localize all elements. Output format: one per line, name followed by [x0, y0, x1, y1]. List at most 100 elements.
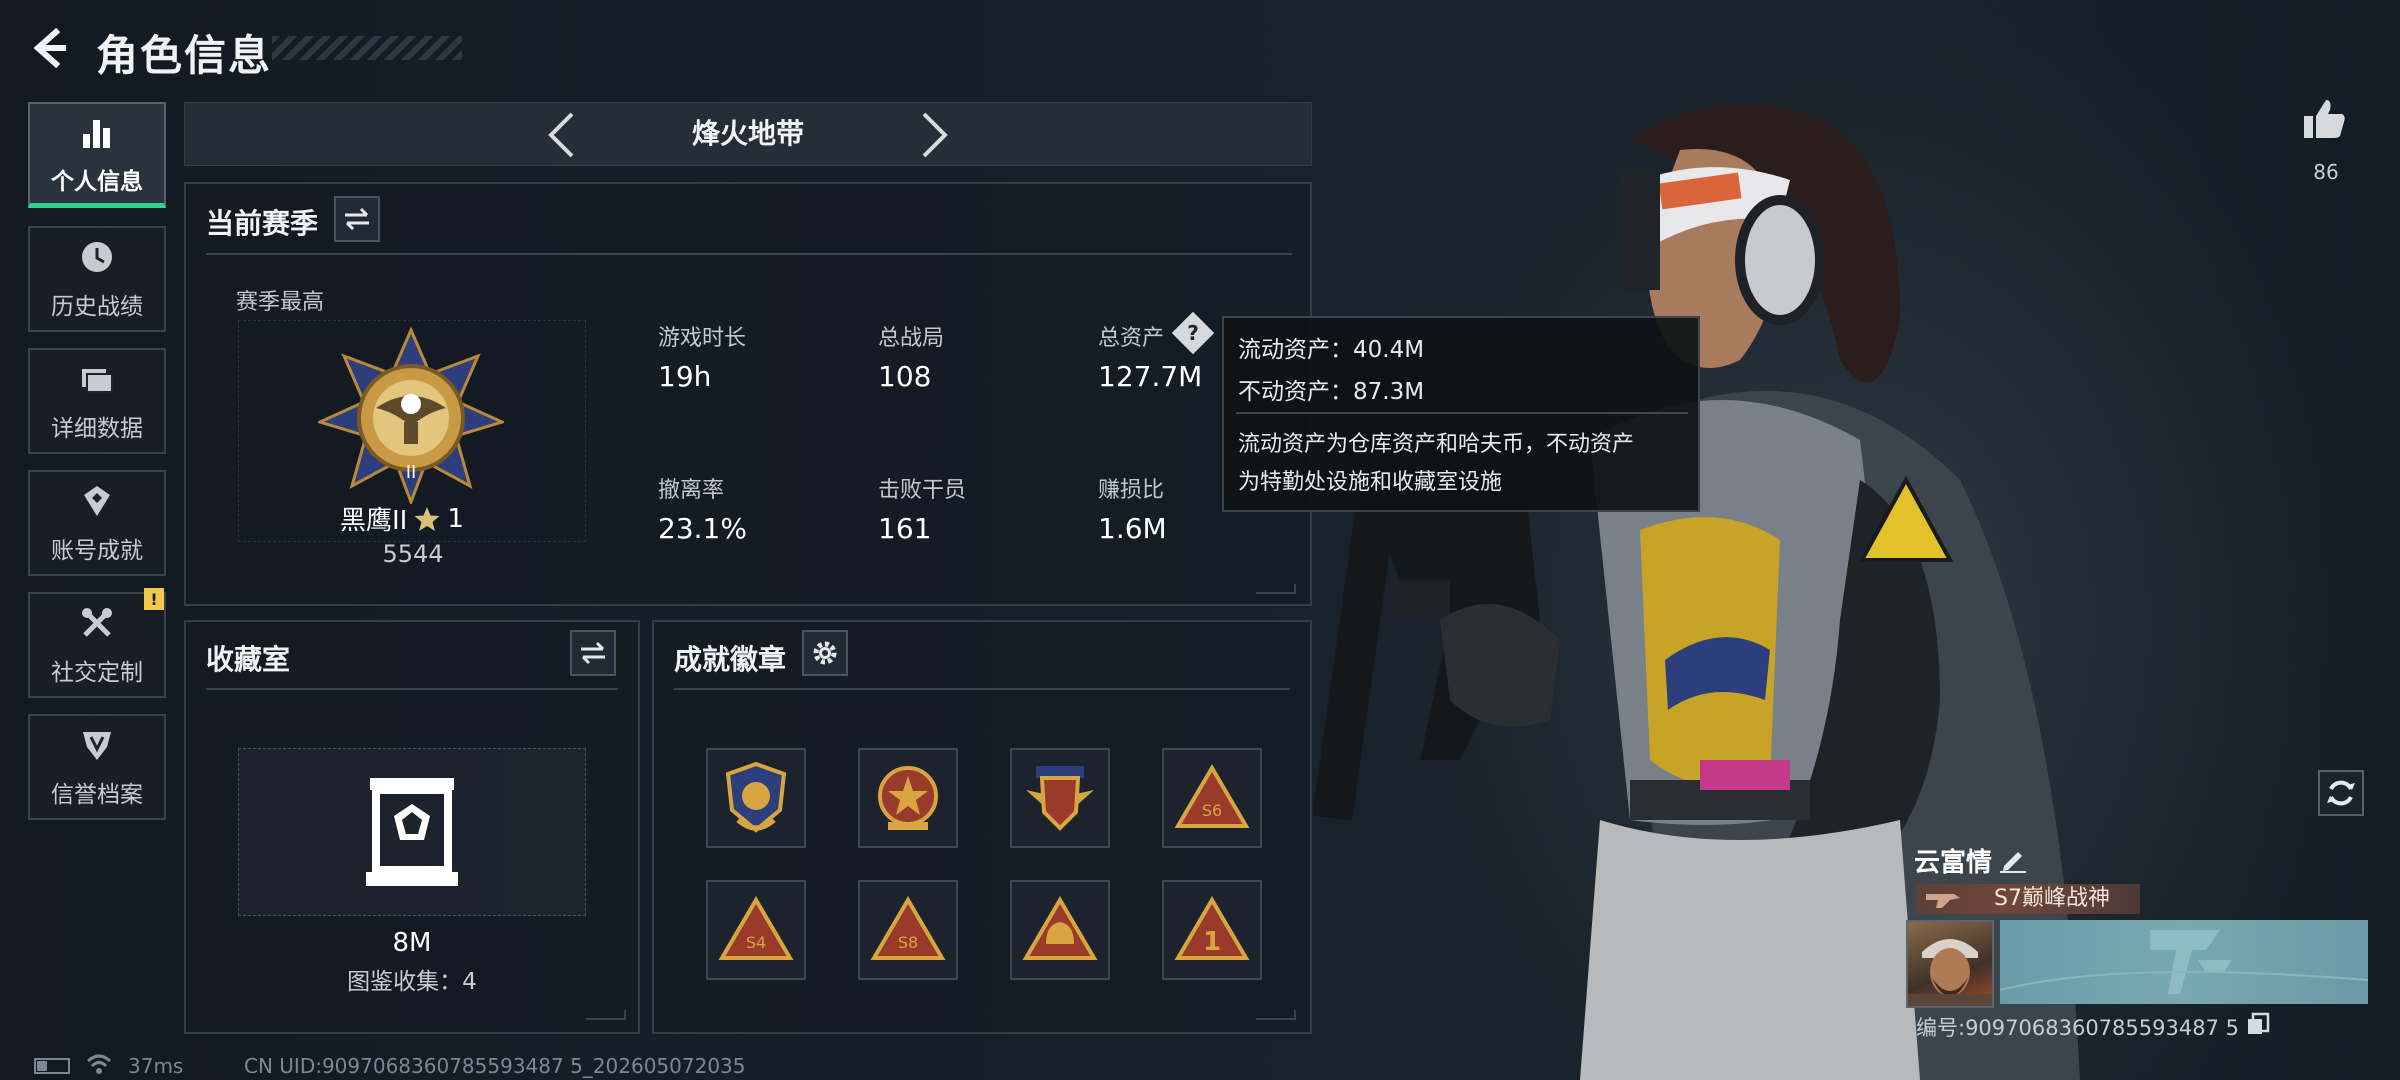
player-uid: 编号:9097068360785593487 5 — [1916, 1016, 2239, 1040]
stat-value-profit-ratio: 1.6M — [1098, 512, 1167, 545]
helmet-triangle-badge-icon — [1022, 896, 1098, 960]
nav-item-reputation[interactable]: 信誉档案 — [28, 714, 166, 820]
nav-item-label: 账号成就 — [51, 538, 143, 564]
svg-text:S6: S6 — [1202, 801, 1222, 820]
nav-item-label: 信誉档案 — [51, 782, 143, 808]
season-best-label: 赛季最高 — [236, 290, 325, 315]
nav-item-personal-info[interactable]: 个人信息 — [28, 102, 166, 208]
badge-slot[interactable]: S4 — [706, 880, 806, 980]
star-emblem-badge-icon — [878, 766, 938, 830]
thumbs-up-icon — [2304, 100, 2345, 138]
back-button[interactable] — [26, 24, 74, 72]
stat-label-extract-rate: 撤离率 — [658, 478, 725, 503]
pencil-icon — [2000, 852, 2026, 873]
chevron-right-icon — [922, 112, 948, 158]
refresh-icon — [2327, 780, 2355, 806]
badge-slot[interactable] — [858, 748, 958, 848]
player-card[interactable] — [1999, 920, 2369, 1004]
prev-mode-button[interactable] — [536, 108, 586, 162]
stat-label-matches: 总战局 — [878, 326, 945, 351]
stat-value-playtime: 19h — [658, 360, 712, 393]
copy-uid-button[interactable] — [2246, 1012, 2270, 1036]
copy-icon — [2248, 1012, 2270, 1034]
collection-value: 8M — [392, 928, 432, 958]
player-name: 云富情 — [1914, 848, 1993, 878]
battery-icon — [34, 1058, 70, 1074]
badges-title: 成就徽章 — [674, 643, 787, 676]
clock-icon — [77, 237, 117, 277]
title-decoration — [272, 36, 462, 60]
avatar[interactable] — [1906, 920, 1994, 1008]
blue-crest-badge-icon — [725, 761, 787, 833]
stat-label-assets: 总资产 — [1098, 326, 1165, 351]
chevron-left-icon — [548, 112, 574, 158]
operator-portrait-icon — [1908, 939, 1992, 1006]
badge-slot[interactable] — [706, 748, 806, 848]
s6-triangle-badge-icon: S6 — [1174, 764, 1250, 828]
edit-name-button[interactable] — [1998, 844, 2028, 874]
page-title: 角色信息 — [96, 31, 273, 80]
stat-value-assets: 127.7M — [1098, 360, 1203, 393]
corner-decoration — [1256, 584, 1296, 594]
tooltip-desc-1: 流动资产为仓库资产和哈夫币，不动资产 — [1238, 432, 1635, 457]
svg-text:S4: S4 — [746, 933, 766, 952]
tooltip-desc-2: 为特勤处设施和收藏室设施 — [1238, 470, 1503, 495]
folder-icon — [77, 359, 117, 399]
tools-icon — [77, 603, 117, 643]
like-button[interactable] — [2302, 96, 2348, 142]
badge-slot[interactable]: S8 — [858, 880, 958, 980]
next-mode-button[interactable] — [910, 108, 960, 162]
badges-settings-button[interactable] — [802, 630, 848, 676]
cn-uid: CN UID:9097068360785593487 5_20260507203… — [244, 1054, 746, 1078]
s4-triangle-badge-icon: S4 — [718, 896, 794, 960]
season-switch-button[interactable] — [334, 196, 380, 242]
badge-slot[interactable]: 1 — [1162, 880, 1262, 980]
s8-triangle-badge-icon: S8 — [870, 896, 946, 960]
rotate-model-button[interactable] — [2318, 770, 2364, 816]
stat-value-matches: 108 — [878, 360, 932, 393]
assets-tooltip: 流动资产：40.4M 不动资产：87.3M 流动资产为仓库资产和哈夫币，不动资产… — [1222, 316, 1700, 512]
corner-decoration — [586, 1010, 626, 1020]
divider — [674, 688, 1290, 690]
star-icon — [414, 506, 440, 531]
collection-switch-button[interactable] — [570, 630, 616, 676]
badge-slot[interactable] — [1010, 748, 1110, 848]
season-title: 当前赛季 — [206, 207, 319, 240]
tooltip-liquid-assets: 流动资产：40.4M — [1238, 337, 1425, 363]
swap-icon — [345, 207, 369, 231]
tooltip-fixed-assets: 不动资产：87.3M — [1238, 379, 1425, 405]
mode-name: 烽火地带 — [691, 117, 804, 150]
rank-score: 5544 — [382, 540, 444, 568]
card-logo-icon — [1999, 930, 2369, 994]
badge-slot[interactable] — [1010, 880, 1110, 980]
gear-icon — [813, 641, 837, 665]
question-icon: ? — [1187, 321, 1199, 345]
collection-count: 图鉴收集：4 — [347, 969, 477, 995]
svg-text:II: II — [406, 462, 417, 483]
nav-item-history[interactable]: 历史战绩 — [28, 226, 166, 332]
divider — [206, 688, 618, 690]
winged-shield-badge-icon — [1026, 766, 1094, 831]
bar-chart-icon — [77, 112, 117, 152]
rank-emblem: II — [315, 326, 507, 507]
rank-name-row: 黑鹰II 1 — [340, 500, 488, 537]
stat-label-profit-ratio: 赚损比 — [1098, 478, 1165, 503]
vault-icon — [366, 776, 458, 888]
nav-item-label: 社交定制 — [51, 660, 143, 686]
badge-slot[interactable]: S6 — [1162, 748, 1262, 848]
stat-value-extract-rate: 23.1% — [658, 512, 747, 545]
nav-item-label: 历史战绩 — [51, 294, 143, 320]
rank-name: 黑鹰II — [340, 506, 408, 536]
divider — [206, 253, 1292, 255]
rifle-title-icon — [1924, 888, 1962, 910]
tooltip-divider — [1236, 412, 1688, 414]
nav-item-label: 个人信息 — [51, 168, 143, 195]
nav-item-achievements[interactable]: 账号成就 — [28, 470, 166, 576]
one-triangle-badge-icon: 1 — [1174, 896, 1250, 960]
achievement-icon — [77, 481, 117, 521]
back-arrow-icon — [33, 28, 66, 68]
rank-stars: 1 — [447, 503, 464, 534]
svg-text:1: 1 — [1203, 927, 1221, 957]
nav-item-details[interactable]: 详细数据 — [28, 348, 166, 454]
collection-title: 收藏室 — [206, 643, 291, 676]
